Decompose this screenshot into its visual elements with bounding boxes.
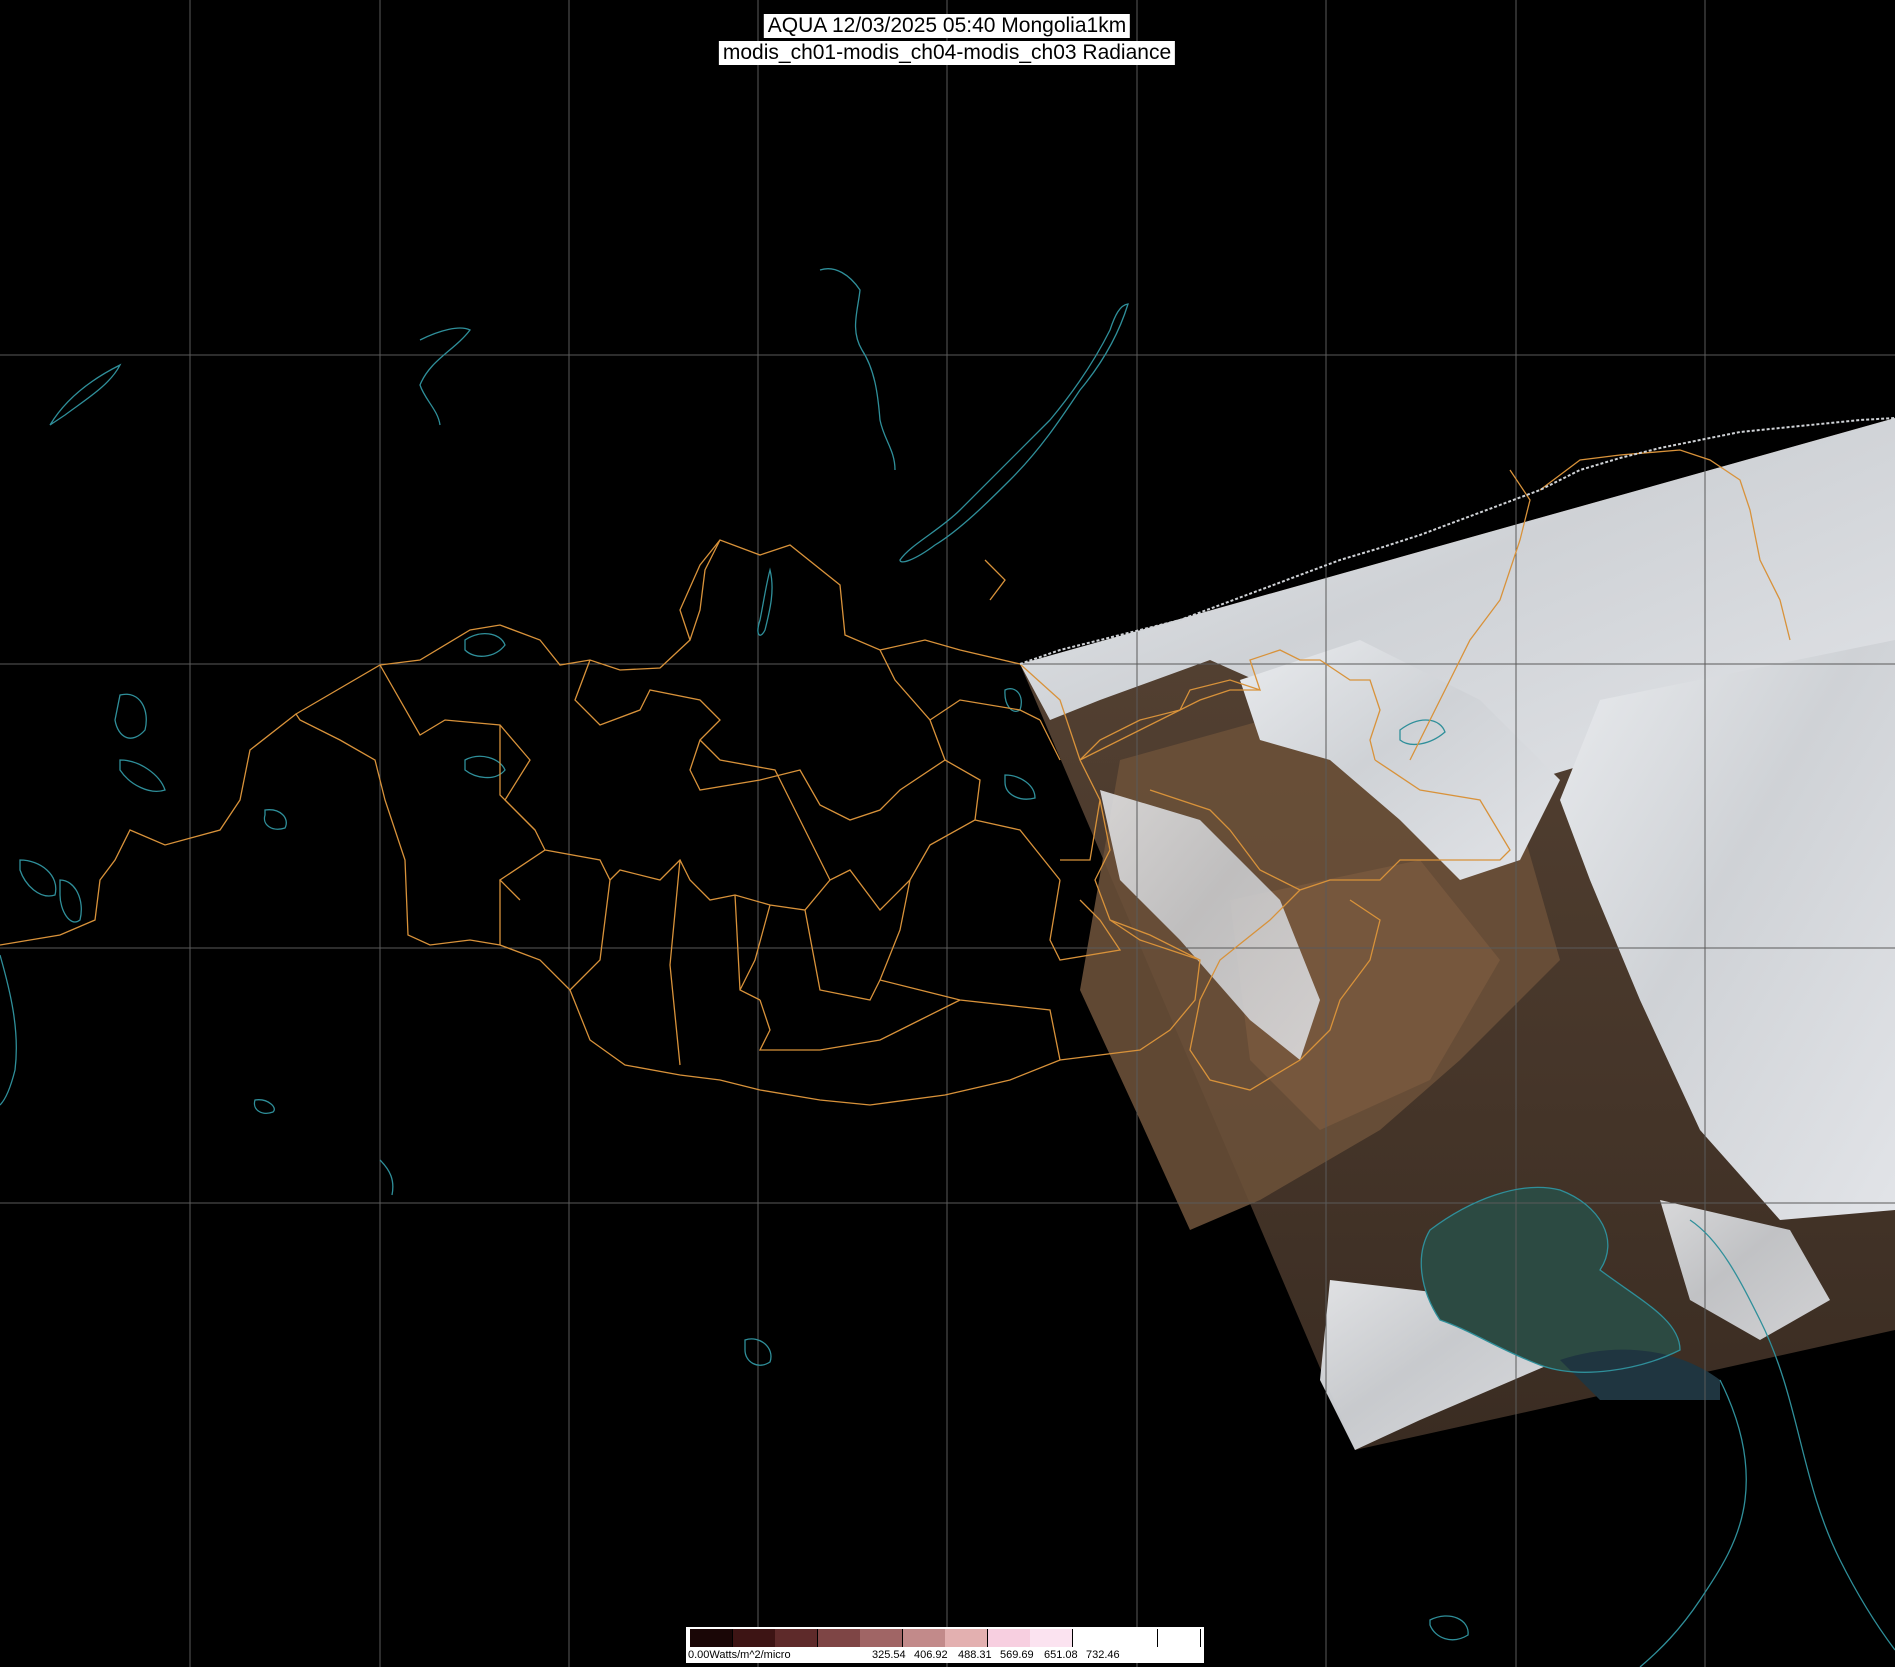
lake — [253, 1099, 275, 1114]
colorbar-legend: 0.00Watts/m^2/micro 325.54 406.92 488.31… — [686, 1627, 1204, 1663]
province-border — [689, 539, 721, 641]
river — [419, 327, 471, 426]
colorbar-swatch — [902, 1629, 946, 1647]
province-border — [499, 725, 536, 831]
khar-us-lake — [464, 755, 506, 779]
colorbar-unit-label: 0.00Watts/m^2/micro — [688, 1649, 791, 1661]
border — [984, 559, 1006, 601]
colorbar-swatch — [817, 1629, 861, 1647]
coastline-west — [0, 954, 17, 1106]
map-title: AQUA 12/03/2025 05:40 Mongolia1km — [763, 14, 1131, 38]
lake — [1004, 774, 1036, 800]
border-west — [0, 713, 297, 946]
lake-khovsgol — [757, 569, 773, 636]
province-border — [574, 659, 946, 821]
colorbar-tick: 325.54 — [872, 1649, 906, 1661]
colorbar-gradient — [690, 1629, 1201, 1647]
colorbar-swatch — [1072, 1629, 1116, 1647]
province-border — [758, 879, 1122, 1051]
lake — [19, 859, 57, 897]
satellite-swath — [1020, 418, 1895, 1450]
colorbar-swatch — [775, 1629, 818, 1647]
colorbar-tick: 569.69 — [1000, 1649, 1034, 1661]
lake — [49, 363, 122, 426]
colorbar-swatch — [690, 1629, 733, 1647]
colorbar-tick: 651.08 — [1044, 1649, 1078, 1661]
colorbar-tick: 488.31 — [958, 1649, 992, 1661]
lake — [1429, 1615, 1469, 1641]
mongolia-border — [295, 539, 1201, 1106]
lake — [114, 693, 147, 739]
coastline — [1639, 1379, 1747, 1667]
river — [379, 1159, 394, 1196]
colorbar-swatch — [987, 1629, 1031, 1647]
satellite-map — [0, 0, 1895, 1667]
colorbar-swatch — [1157, 1629, 1201, 1647]
lake — [263, 809, 287, 830]
colorbar-tick: 406.92 — [914, 1649, 948, 1661]
uvs-lake — [464, 633, 506, 657]
colorbar-swatch — [1115, 1629, 1158, 1647]
colorbar-swatch — [732, 1629, 776, 1647]
colorbar-swatch — [945, 1629, 988, 1647]
province-border — [929, 699, 1061, 881]
province-border — [699, 739, 831, 881]
colorbar-tick: 732.46 — [1086, 1649, 1120, 1661]
yenisei-river — [819, 268, 896, 471]
province-border — [499, 859, 1061, 1066]
colorbar-swatch — [1030, 1629, 1073, 1647]
lake-baikal — [899, 303, 1129, 563]
lake — [119, 759, 166, 792]
lake — [59, 879, 82, 923]
colorbar-swatch — [860, 1629, 903, 1647]
map-subtitle: modis_ch01-modis_ch04-modis_ch03 Radianc… — [718, 41, 1176, 65]
